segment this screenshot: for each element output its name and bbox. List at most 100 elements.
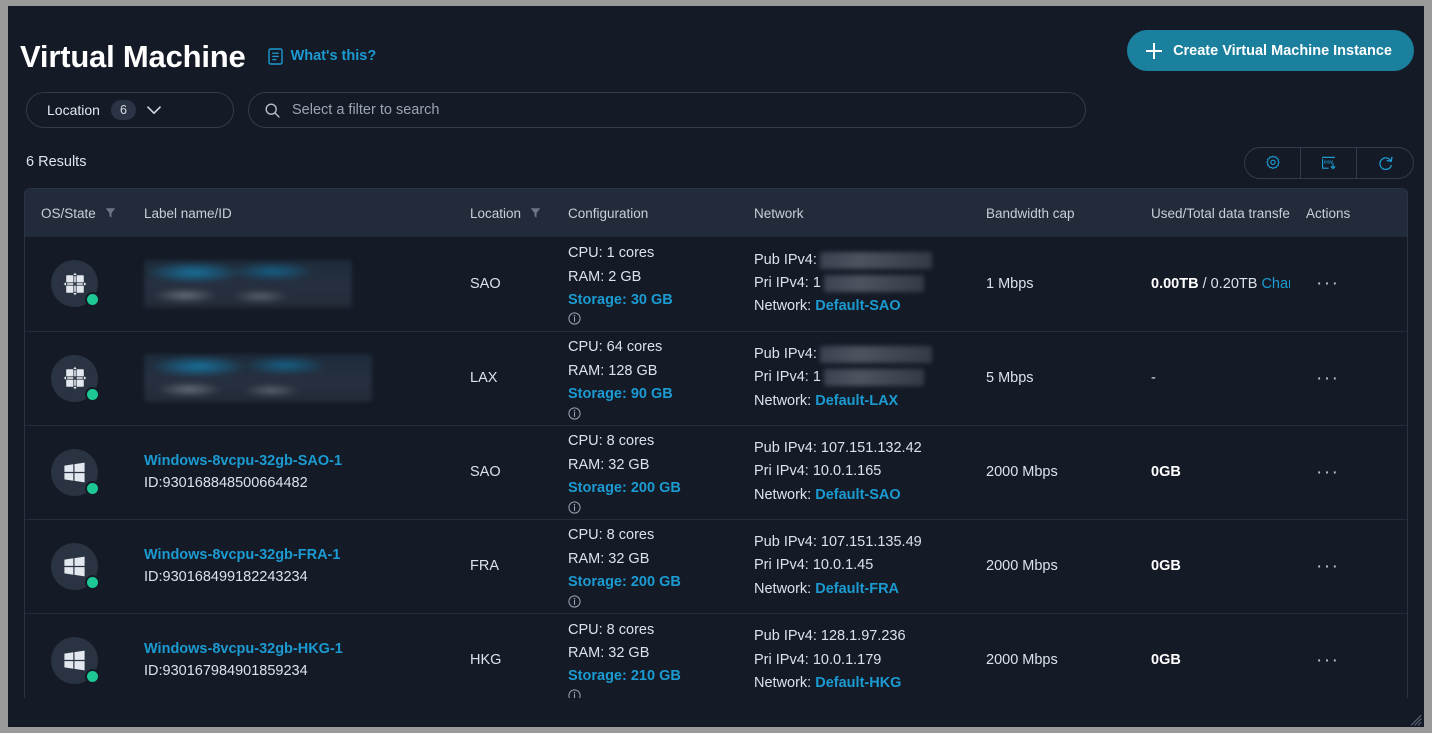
redacted-pri-ipv4: [823, 369, 924, 387]
windows-os-icon: [51, 448, 100, 496]
cell-actions: ···: [1290, 237, 1407, 331]
whats-this-label: What's this?: [290, 48, 377, 64]
column-header-location[interactable]: Location: [454, 189, 552, 237]
table-row[interactable]: LAX CPU: 64 cores RAM: 128 GB Storage: 9…: [25, 330, 1407, 425]
network-row: Network: Default-LAX: [754, 390, 970, 413]
vm-id: ID:930168848500664482: [144, 475, 308, 491]
table-row[interactable]: Windows-8vcpu-32gb-HKG-1 ID:930167984901…: [25, 612, 1407, 698]
ram-text: RAM: 32 GB: [568, 456, 650, 473]
cell-network: Pub IPv4: 107.151.135.49 Pri IPv4: 10.0.…: [738, 518, 970, 613]
network-link[interactable]: Default-SAO: [815, 484, 900, 507]
network-link[interactable]: Default-LAX: [815, 390, 898, 413]
virtual-machine-page: Virtual Machine What's this? Create Virt…: [8, 6, 1424, 727]
network-link[interactable]: Default-HKG: [815, 672, 901, 695]
search-box[interactable]: [248, 92, 1086, 128]
filter-funnel-icon[interactable]: [530, 207, 541, 219]
filter-bar: Location 6: [8, 84, 1424, 136]
row-actions-menu-button[interactable]: ···: [1306, 650, 1339, 671]
cell-label-name-id: Windows-8vcpu-32gb-FRA-1 ID:930168499182…: [128, 518, 454, 613]
results-count: 6 Results: [26, 154, 87, 170]
status-dot-running: [85, 386, 100, 402]
linux-os-icon: [51, 260, 100, 308]
vm-table-container: OS/State Label name/ID Location Configur…: [24, 188, 1408, 698]
column-header-bandwidth-cap[interactable]: Bandwidth cap: [970, 189, 1135, 237]
pub-ipv4-row: Pub IPv4:: [754, 249, 970, 272]
vm-label-link[interactable]: Windows-8vcpu-32gb-FRA-1: [144, 547, 454, 563]
network-label: Network:: [754, 298, 816, 315]
data-used: -: [1151, 370, 1156, 386]
storage-info-icon[interactable]: [568, 501, 738, 514]
column-header-network[interactable]: Network: [738, 189, 970, 237]
redacted-pri-ipv4: [823, 275, 924, 293]
whats-this-link[interactable]: What's this?: [267, 47, 377, 65]
pub-ipv4-row: Pub IPv4: 128.1.97.236: [754, 625, 970, 648]
linux-os-icon: [51, 354, 100, 402]
cell-label-name-id: [128, 330, 454, 425]
redacted-label: [144, 259, 352, 308]
network-label: Network:: [754, 486, 816, 503]
cell-location: SAO: [454, 237, 552, 331]
storage-info-icon[interactable]: [568, 595, 738, 608]
create-button-label: Create Virtual Machine Instance: [1173, 42, 1392, 59]
network-link[interactable]: Default-FRA: [815, 578, 899, 601]
pub-ipv4-row: Pub IPv4: 107.151.132.42: [754, 437, 970, 460]
storage-link[interactable]: Storage: 90 GB: [568, 383, 673, 406]
cell-configuration: CPU: 8 cores RAM: 32 GB Storage: 200 GB: [552, 518, 738, 613]
column-label-network: Network: [754, 205, 804, 221]
table-row[interactable]: SAO CPU: 1 cores RAM: 2 GB Storage: 30 G…: [25, 237, 1407, 331]
refresh-icon[interactable]: [1357, 148, 1413, 178]
column-header-os-state[interactable]: OS/State: [25, 189, 128, 237]
cell-os-state: [25, 424, 128, 519]
windows-os-icon: [51, 636, 100, 684]
vm-label-link[interactable]: Windows-8vcpu-32gb-HKG-1: [144, 641, 454, 657]
pub-ipv4-label: Pub IPv4:: [754, 345, 817, 362]
storage-info-icon[interactable]: [568, 689, 738, 698]
storage-link[interactable]: Storage: 210 GB: [568, 665, 681, 688]
column-header-configuration[interactable]: Configuration: [552, 189, 738, 237]
location-filter-dropdown[interactable]: Location 6: [26, 92, 234, 128]
storage-link[interactable]: Storage: 200 GB: [568, 477, 681, 500]
cell-bandwidth-cap: 2000 Mbps: [970, 518, 1135, 613]
pri-ipv4-row: Pri IPv4: 10.0.1.165: [754, 460, 970, 483]
storage-link[interactable]: Storage: 200 GB: [568, 571, 681, 594]
pub-ipv4-value: Pub IPv4: 107.151.132.42: [754, 439, 922, 456]
cell-configuration: CPU: 1 cores RAM: 2 GB Storage: 30 GB: [552, 237, 738, 331]
storage-info-icon[interactable]: [568, 312, 738, 326]
pri-ipv4-value: Pri IPv4: 10.0.1.179: [754, 651, 882, 668]
search-input[interactable]: [292, 102, 1069, 118]
data-used: 0GB: [1151, 652, 1181, 669]
column-header-label-name-id[interactable]: Label name/ID: [128, 189, 454, 237]
storage-link[interactable]: Storage: 30 GB: [568, 289, 673, 312]
vm-label-link[interactable]: Windows-8vcpu-32gb-SAO-1: [144, 453, 454, 469]
create-virtual-machine-instance-button[interactable]: Create Virtual Machine Instance: [1127, 30, 1414, 71]
column-label-os-state: OS/State: [41, 205, 96, 221]
cell-location: SAO: [454, 424, 552, 519]
location-filter-count: 6: [110, 99, 136, 121]
network-link[interactable]: Default-SAO: [815, 295, 900, 318]
row-actions-menu-button[interactable]: ···: [1306, 556, 1339, 577]
network-row: Network: Default-SAO: [754, 484, 970, 507]
table-row[interactable]: Windows-8vcpu-32gb-SAO-1 ID:930168848500…: [25, 424, 1407, 519]
csv-download-icon[interactable]: csv: [1301, 148, 1357, 178]
cell-label-name-id: Windows-8vcpu-32gb-SAO-1 ID:930168848500…: [128, 424, 454, 519]
column-label-actions: Actions: [1306, 205, 1351, 221]
svg-text:csv: csv: [1324, 159, 1333, 165]
filter-funnel-icon[interactable]: [105, 207, 116, 219]
status-dot-running: [85, 292, 100, 308]
row-actions-menu-button[interactable]: ···: [1306, 368, 1339, 389]
table-row[interactable]: Windows-8vcpu-32gb-FRA-1 ID:930168499182…: [25, 518, 1407, 613]
row-actions-menu-button[interactable]: ···: [1306, 273, 1339, 294]
row-actions-menu-button[interactable]: ···: [1306, 462, 1339, 483]
storage-info-icon[interactable]: [568, 407, 738, 420]
network-label: Network:: [754, 580, 816, 597]
cell-bandwidth-cap: 2000 Mbps: [970, 612, 1135, 698]
cpu-text: CPU: 8 cores: [568, 433, 655, 450]
settings-gear-icon[interactable]: [1245, 148, 1301, 178]
pub-ipv4-value: Pub IPv4: 128.1.97.236: [754, 628, 906, 645]
resize-grip-icon[interactable]: [1410, 714, 1422, 726]
ram-text: RAM: 128 GB: [568, 362, 658, 379]
column-label-bandwidth-cap: Bandwidth cap: [986, 205, 1075, 221]
vm-table: OS/State Label name/ID Location Configur…: [25, 189, 1407, 698]
network-label: Network:: [754, 392, 816, 409]
pri-ipv4-row: Pri IPv4: 10.0.1.45: [754, 554, 970, 577]
